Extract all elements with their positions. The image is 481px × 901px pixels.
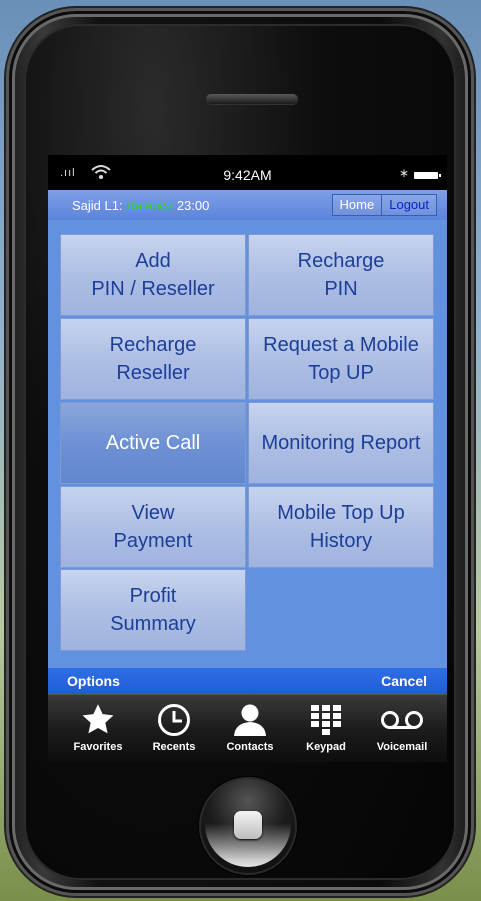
earpiece-speaker: [206, 94, 298, 104]
active-call-button[interactable]: Active Call: [60, 402, 246, 484]
phone-screen: .ııl 9:42AM ∗ Sajid L1: Balance 23:00 Ho…: [48, 155, 447, 762]
tab-bar: Favorites Recents Contacts Keypad Voicem…: [48, 694, 447, 762]
tab-keypad[interactable]: Keypad: [288, 695, 364, 762]
tab-favorites[interactable]: Favorites: [60, 695, 136, 762]
bluetooth-icon: ∗: [398, 166, 409, 180]
tab-contacts[interactable]: Contacts: [212, 695, 288, 762]
home-square-icon: [234, 811, 262, 839]
account-bar: Sajid L1: Balance 23:00 Home Logout: [48, 190, 447, 220]
keypad-icon: [288, 702, 364, 738]
tab-recents[interactable]: Recents: [136, 695, 212, 762]
menu-label: View Payment: [113, 502, 193, 552]
nav-buttons: Home Logout: [331, 194, 437, 216]
monitoring-report-button[interactable]: Monitoring Report: [248, 402, 434, 484]
status-bar: .ııl 9:42AM ∗: [48, 155, 447, 190]
menu-label: Request a Mobile Top UP: [263, 334, 419, 384]
home-button[interactable]: Home: [331, 194, 383, 216]
tab-voicemail[interactable]: Voicemail: [364, 695, 440, 762]
add-pin-reseller-button[interactable]: Add PIN / Reseller: [60, 234, 246, 316]
profit-summary-button[interactable]: Profit Summary: [60, 569, 246, 651]
view-payment-button[interactable]: View Payment: [60, 486, 246, 568]
balance-label: Balance: [126, 198, 174, 213]
star-icon: [60, 702, 136, 738]
recharge-pin-button[interactable]: Recharge PIN: [248, 234, 434, 316]
logout-button[interactable]: Logout: [382, 194, 437, 216]
tab-label: Keypad: [306, 741, 346, 753]
recharge-reseller-button[interactable]: Recharge Reseller: [60, 318, 246, 400]
clock-icon: [136, 702, 212, 738]
menu-label: Mobile Top Up History: [277, 502, 405, 552]
menu-grid: Add PIN / Reseller Recharge PIN Recharge…: [48, 220, 447, 668]
tab-label: Contacts: [226, 741, 274, 753]
home-hardware-button[interactable]: [199, 777, 297, 875]
tab-label: Voicemail: [376, 741, 428, 753]
menu-label: Recharge Reseller: [109, 334, 197, 384]
tab-label: Recents: [152, 741, 196, 753]
voicemail-icon: [364, 702, 440, 738]
options-button[interactable]: Options: [67, 673, 120, 689]
user-name: Sajid L1:: [72, 198, 123, 213]
person-icon: [212, 702, 288, 738]
cancel-button[interactable]: Cancel: [381, 673, 427, 689]
user-balance: Sajid L1: Balance 23:00: [72, 198, 209, 213]
menu-label: Monitoring Report: [261, 432, 421, 454]
balance-value: 23:00: [176, 198, 210, 213]
menu-label: Add PIN / Reseller: [91, 250, 215, 300]
menu-label: Recharge PIN: [297, 250, 385, 300]
mobile-topup-history-button[interactable]: Mobile Top Up History: [248, 486, 434, 568]
options-bar: Options Cancel: [48, 668, 447, 694]
tab-label: Favorites: [73, 741, 123, 753]
battery-icon: [414, 172, 441, 179]
request-mobile-topup-button[interactable]: Request a Mobile Top UP: [248, 318, 434, 400]
menu-label: Profit Summary: [110, 585, 196, 635]
menu-label: Active Call: [105, 432, 201, 454]
status-time: 9:42AM: [223, 167, 272, 183]
